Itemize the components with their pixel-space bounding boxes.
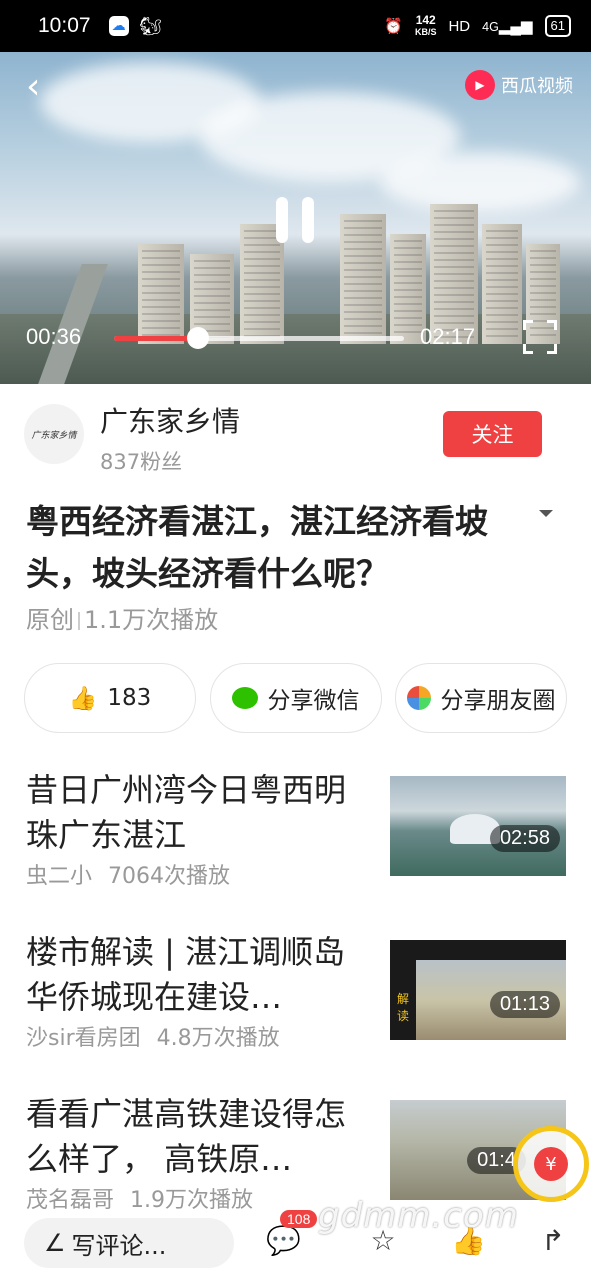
alarm-icon: ⏰ xyxy=(384,18,403,35)
comment-placeholder: 写评论... xyxy=(71,1231,167,1260)
network-speed: 142 KB/S xyxy=(414,13,437,37)
fullscreen-icon[interactable] xyxy=(523,320,557,354)
share-moments-button[interactable]: 分享朋友圈 xyxy=(395,663,567,733)
duration-badge: 01:13 xyxy=(489,991,560,1018)
related-meta: 虫二小 7064次播放 xyxy=(26,864,231,889)
share-wechat-label: 分享微信 xyxy=(267,688,360,714)
xigua-video-logo: ▶ 西瓜视频 xyxy=(465,70,573,100)
expand-caret-icon[interactable] xyxy=(539,510,553,517)
like-count: 183 xyxy=(107,685,152,711)
hd-indicator: HD xyxy=(448,17,471,35)
original-tag: 原创 xyxy=(26,606,74,634)
reward-button[interactable]: ¥ xyxy=(513,1126,589,1202)
related-title: 楼市解读 | 湛江调顺岛华侨城现在建设… xyxy=(26,933,346,1016)
battery-indicator: 61 xyxy=(544,15,571,37)
related-thumbnail[interactable]: 解读 01:13 xyxy=(390,940,566,1040)
like-button[interactable]: 👍 183 xyxy=(24,663,196,733)
yuan-icon: ¥ xyxy=(534,1147,568,1181)
share-wechat-button[interactable]: 分享微信 xyxy=(209,663,382,733)
follow-button[interactable]: 关注 xyxy=(443,411,542,457)
related-title: 看看广湛高铁建设得怎么样了， 高铁原… xyxy=(26,1095,347,1178)
list-item[interactable]: 昔日广州湾今日粤西明珠广东湛江 虫二小 7064次播放 02:58 xyxy=(26,768,566,908)
fans-count: 837粉丝 xyxy=(100,450,183,474)
watermark: gdmm.com xyxy=(318,1196,519,1236)
share-icon[interactable]: ↱ xyxy=(536,1224,570,1258)
related-thumbnail[interactable]: 02:58 xyxy=(390,776,566,876)
video-meta: 原创 1.1万次播放 xyxy=(26,600,218,635)
progress-knob[interactable] xyxy=(187,327,210,349)
related-title: 昔日广州湾今日粤西明珠广东湛江 xyxy=(26,771,347,854)
play-count: 1.1万次播放 xyxy=(84,606,219,634)
comment-icon[interactable]: 💬 xyxy=(266,1224,301,1258)
app-name: 西瓜视频 xyxy=(501,76,573,97)
avatar[interactable]: 广东家乡情 xyxy=(24,404,84,464)
xigua-logo-icon: ▶ xyxy=(465,70,495,100)
uc-browser-icon: 🐿 xyxy=(139,15,162,37)
pause-button[interactable] xyxy=(276,197,314,243)
video-player[interactable]: ‹ ▶ 西瓜视频 00:36 02:17 xyxy=(0,52,591,384)
share-moments-label: 分享朋友圈 xyxy=(440,688,556,714)
clock: 10:07 xyxy=(38,14,91,37)
list-item[interactable]: 楼市解读 | 湛江调顺岛华侨城现在建设… 沙sir看房团 4.8万次播放 解读 0… xyxy=(26,930,566,1070)
action-row: 👍 183 分享微信 分享朋友圈 xyxy=(24,663,567,733)
author-row: 广东家乡情 广东家乡情 837粉丝 关注 xyxy=(24,400,567,480)
cloud-app-icon: ☁ xyxy=(108,16,129,36)
comment-count-badge: 108 xyxy=(280,1210,318,1228)
video-title: 粤西经济看湛江，湛江经济看坡头，坡头经济看什么呢？ xyxy=(26,502,488,593)
pencil-icon: ∠ xyxy=(44,1229,66,1257)
progress-fill xyxy=(114,336,199,341)
related-meta: 沙sir看房团 4.8万次播放 xyxy=(26,1026,280,1051)
status-bar: 10:07 ☁ 🐿 ⏰ 142 KB/S HD 4G▂▄▆ 61 xyxy=(0,0,591,52)
current-time: 00:36 xyxy=(26,324,82,349)
progress-bar[interactable] xyxy=(114,327,404,349)
duration: 02:17 xyxy=(420,324,476,349)
back-arrow-icon[interactable]: ‹ xyxy=(26,69,50,105)
thumbs-up-icon: 👍 xyxy=(68,685,98,712)
comment-input[interactable]: ∠ 写评论... xyxy=(24,1218,234,1268)
wechat-icon xyxy=(231,687,258,709)
moments-icon xyxy=(406,686,431,710)
signal-icon: 4G▂▄▆ xyxy=(482,18,533,35)
author-name[interactable]: 广东家乡情 xyxy=(100,400,240,440)
duration-badge: 02:58 xyxy=(489,825,560,852)
